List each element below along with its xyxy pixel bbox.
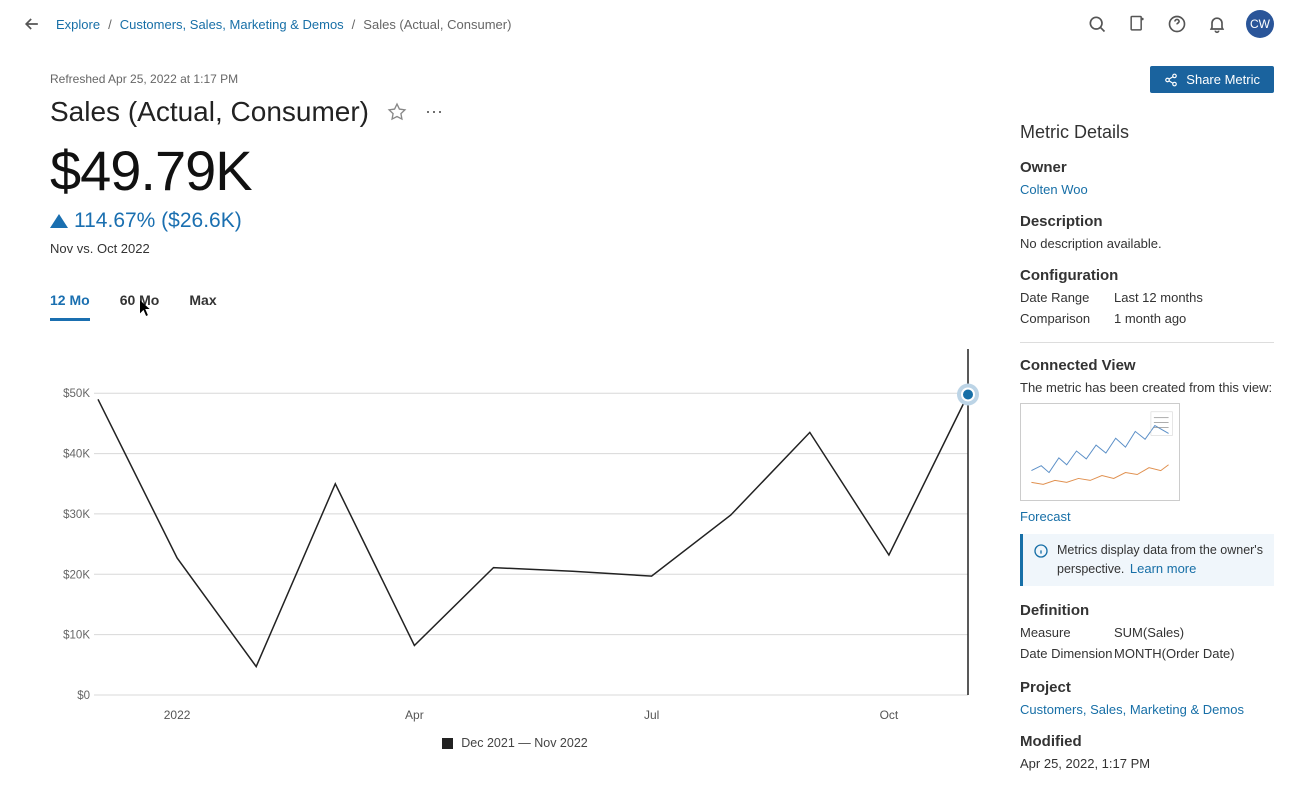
- metric-timeline-chart[interactable]: $0 $10K $20K $30K $40K $50K 2022 Apr Jul Oct: [50, 339, 980, 732]
- svg-text:$10K: $10K: [63, 630, 90, 642]
- date-range-key: Date Range: [1020, 290, 1114, 305]
- owner-label: Owner: [1020, 159, 1274, 176]
- info-banner: Metrics display data from the owner's pe…: [1020, 534, 1274, 586]
- comparison-value: 1 month ago: [1114, 311, 1186, 326]
- legend-swatch: [442, 738, 453, 749]
- divider: [1020, 342, 1274, 343]
- help-icon[interactable]: [1166, 13, 1188, 35]
- breadcrumb-root[interactable]: Explore: [56, 17, 100, 32]
- breadcrumb-sep: /: [352, 17, 356, 32]
- connected-view-desc: The metric has been created from this vi…: [1020, 380, 1274, 395]
- svg-text:$30K: $30K: [63, 509, 90, 521]
- date-dim-key: Date Dimension: [1020, 646, 1114, 661]
- sidebar-heading: Metric Details: [1020, 122, 1274, 143]
- up-triangle-icon: [50, 214, 68, 228]
- range-tab-60mo[interactable]: 60 Mo: [120, 292, 160, 321]
- modified-value: Apr 25, 2022, 1:17 PM: [1020, 756, 1274, 771]
- breadcrumb-sep: /: [108, 17, 112, 32]
- range-tab-12mo[interactable]: 12 Mo: [50, 292, 90, 321]
- date-dim-value: MONTH(Order Date): [1114, 646, 1235, 661]
- page-title: Sales (Actual, Consumer): [50, 96, 369, 128]
- breadcrumb: Explore / Customers, Sales, Marketing & …: [56, 17, 511, 32]
- back-arrow-icon[interactable]: [22, 14, 42, 34]
- description-label: Description: [1020, 213, 1274, 230]
- comparison-key: Comparison: [1020, 311, 1114, 326]
- range-tab-max[interactable]: Max: [189, 292, 216, 321]
- measure-key: Measure: [1020, 625, 1114, 640]
- metric-delta: 114.67% ($26.6K): [50, 209, 980, 233]
- project-label: Project: [1020, 679, 1274, 696]
- refreshed-timestamp: Refreshed Apr 25, 2022 at 1:17 PM: [50, 72, 980, 86]
- chart-legend: Dec 2021 — Nov 2022: [50, 736, 980, 750]
- svg-text:Oct: Oct: [880, 708, 899, 722]
- metric-details-panel: Metric Details Owner Colten Woo Descript…: [1020, 48, 1274, 771]
- modified-label: Modified: [1020, 733, 1274, 750]
- svg-text:$0: $0: [77, 690, 90, 702]
- breadcrumb-folder[interactable]: Customers, Sales, Marketing & Demos: [120, 17, 344, 32]
- svg-text:$50K: $50K: [63, 388, 90, 400]
- date-range-value: Last 12 months: [1114, 290, 1203, 305]
- svg-text:Apr: Apr: [405, 708, 424, 722]
- owner-link[interactable]: Colten Woo: [1020, 182, 1274, 197]
- svg-text:2022: 2022: [164, 708, 191, 722]
- project-link[interactable]: Customers, Sales, Marketing & Demos: [1020, 702, 1274, 717]
- share-metric-button[interactable]: Share Metric: [1150, 66, 1274, 93]
- more-actions-icon[interactable]: ⋯: [425, 102, 445, 122]
- search-icon[interactable]: [1086, 13, 1108, 35]
- comparison-label: Nov vs. Oct 2022: [50, 241, 980, 256]
- connected-view-thumbnail[interactable]: [1020, 403, 1180, 501]
- definition-label: Definition: [1020, 602, 1274, 619]
- configuration-label: Configuration: [1020, 267, 1274, 284]
- description-value: No description available.: [1020, 236, 1274, 251]
- connected-view-link[interactable]: Forecast: [1020, 509, 1274, 524]
- connected-view-label: Connected View: [1020, 357, 1274, 374]
- user-avatar[interactable]: CW: [1246, 10, 1274, 38]
- measure-value: SUM(Sales): [1114, 625, 1184, 640]
- svg-text:$40K: $40K: [63, 449, 90, 461]
- share-icon: [1164, 73, 1178, 87]
- breadcrumb-current: Sales (Actual, Consumer): [363, 17, 511, 32]
- svg-text:$20K: $20K: [63, 569, 90, 581]
- learn-more-link[interactable]: Learn more: [1130, 561, 1196, 576]
- metric-value: $49.79K: [50, 138, 980, 203]
- svg-text:Jul: Jul: [644, 708, 659, 722]
- info-icon: [1033, 543, 1049, 559]
- favorite-star-icon[interactable]: [387, 102, 407, 122]
- notifications-icon[interactable]: [1206, 13, 1228, 35]
- new-item-icon[interactable]: [1126, 13, 1148, 35]
